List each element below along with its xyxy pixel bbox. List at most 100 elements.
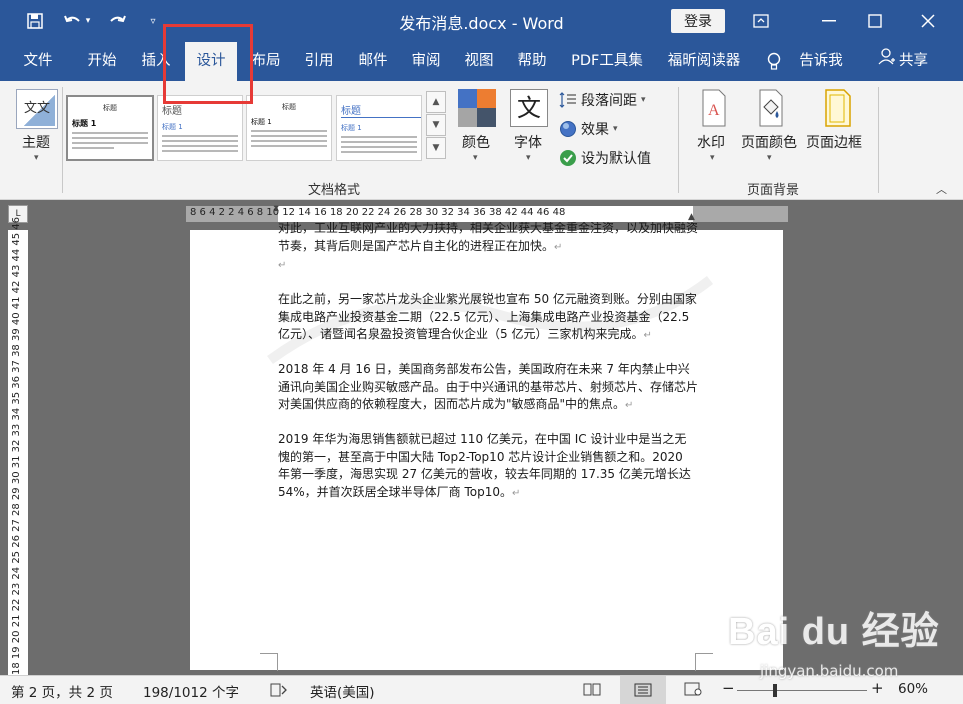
thumb-title: 标题 (162, 106, 182, 117)
tab-tell-me[interactable]: 告诉我 (790, 42, 852, 81)
gallery-more-icon[interactable]: ▼ (426, 137, 446, 159)
right-indent-marker-icon[interactable]: ▲ (688, 212, 695, 222)
paragraph[interactable]: 对此，工业互联网产业的大力扶持，相关企业获大基金重金注资，以及加快融资节奏，其背… (278, 222, 698, 275)
tab-home[interactable]: 开始 (76, 42, 128, 81)
paragraph-spacing-button[interactable]: 段落间距 ▾ (559, 90, 646, 110)
group-label-page-background: 页面背景 (747, 183, 800, 198)
paragraph[interactable]: 2018 年 4 月 16 日，美国商务部发布公告，美国政府在未来 7 年内禁止… (278, 361, 698, 415)
themes-button[interactable]: 文文 (16, 89, 58, 129)
watermark-label[interactable]: 水印 (697, 132, 725, 152)
fonts-icon[interactable]: 文 (510, 89, 548, 127)
paragraph-spacing-label: 段落间距 (581, 93, 637, 109)
thumb-title: 标题 (341, 102, 421, 118)
group-label-document-format: 文档格式 (308, 183, 361, 198)
colors-label[interactable]: 颜色 (462, 132, 490, 152)
tab-design[interactable]: 设计 (185, 42, 237, 81)
crop-mark (260, 653, 278, 671)
vertical-ruler[interactable]: 18 19 20 21 22 23 24 25 26 27 28 29 30 3… (8, 217, 28, 675)
tab-view[interactable]: 视图 (453, 42, 505, 81)
lightbulb-icon[interactable] (762, 42, 786, 81)
print-layout-icon[interactable] (620, 676, 666, 704)
svg-text:A: A (708, 102, 720, 119)
read-mode-icon[interactable] (583, 682, 601, 700)
paragraph-text: 2019 年华为海思销售额就已超过 110 亿美元，在中国 IC 设计业中是当之… (278, 432, 691, 499)
chevron-down-icon: ▾ (613, 124, 618, 134)
fonts-label[interactable]: 字体 (514, 132, 542, 152)
page-color-dropdown-icon[interactable]: ▾ (767, 153, 772, 163)
tab-layout[interactable]: 布局 (240, 42, 292, 81)
color-swatch (477, 108, 496, 127)
tab-file[interactable]: 文件 (8, 42, 68, 81)
web-layout-icon[interactable] (684, 682, 702, 700)
watermark-url: jingyan.baidu.com (760, 662, 899, 680)
fonts-dropdown-icon[interactable]: ▾ (526, 153, 531, 163)
themes-dropdown-icon[interactable]: ▾ (34, 153, 39, 163)
user-icon (878, 42, 896, 81)
colors-dropdown-icon[interactable]: ▾ (473, 153, 478, 163)
colors-swatch-icon[interactable] (458, 89, 496, 127)
paragraph-mark: ↵ (643, 330, 652, 341)
maximize-icon[interactable] (852, 6, 898, 36)
paragraph-text: 2018 年 4 月 16 日，美国商务部发布公告，美国政府在未来 7 年内禁止… (278, 362, 699, 411)
page-count[interactable]: 第 2 页，共 2 页 (11, 681, 113, 701)
effects-icon (560, 121, 576, 137)
word-count[interactable]: 198/1012 个字 (143, 681, 239, 701)
divider (678, 87, 679, 193)
tab-foxit-reader[interactable]: 福昕阅读器 (658, 42, 750, 81)
tab-mailings[interactable]: 邮件 (347, 42, 399, 81)
tab-review[interactable]: 审阅 (400, 42, 452, 81)
thumb-title: 标题 (103, 104, 117, 112)
close-icon[interactable] (905, 6, 951, 36)
thumb-heading: 标题 1 (72, 119, 97, 128)
tab-references[interactable]: 引用 (293, 42, 345, 81)
watermark-icon[interactable]: A (700, 89, 728, 127)
indent-marker-icon[interactable]: ⧗ (273, 204, 279, 214)
color-swatch (458, 108, 477, 127)
share-label: 共享 (899, 53, 928, 69)
page-color-label[interactable]: 页面颜色 (741, 132, 797, 152)
thumb-title: 标题 (282, 103, 296, 111)
paragraph-mark: ↵ (278, 260, 287, 271)
effects-button[interactable]: 效果 ▾ (559, 119, 618, 139)
login-button[interactable]: 登录 (671, 9, 725, 33)
divider (62, 87, 63, 193)
style-set-thumb[interactable]: 标题 标题 1 (66, 95, 154, 161)
paragraph[interactable]: 2019 年华为海思销售额就已超过 110 亿美元，在中国 IC 设计业中是当之… (278, 431, 698, 502)
language-indicator[interactable]: 英语(美国) (310, 681, 375, 701)
ruler-right-margin (693, 206, 788, 222)
ruler-ticks: 8 6 4 2 2 4 6 8 10 12 14 16 18 20 22 24 … (190, 207, 566, 218)
title-bar: ▾ ▿ 发布消息.docx - Word 登录 (0, 0, 963, 42)
gallery-down-icon[interactable]: ▼ (426, 114, 446, 136)
design-ribbon: 文文 主题 ▾ 标题 标题 1 标题 标题 1 标题 标题 1 标题 标题 1 … (0, 81, 963, 200)
set-as-default-button[interactable]: 设为默认值 (559, 148, 651, 168)
collapse-ribbon-icon[interactable]: ︿ (936, 181, 947, 197)
page-border-label[interactable]: 页面边框 (806, 132, 862, 152)
color-swatch (458, 89, 477, 108)
document-page[interactable]: 对此，工业互联网产业的大力扶持，相关企业获大基金重金注资，以及加快融资节奏，其背… (190, 222, 783, 671)
tab-insert[interactable]: 插入 (130, 42, 182, 81)
style-set-thumb[interactable]: 标题 标题 1 (246, 95, 332, 161)
ribbon-tabs: 文件 开始 插入 设计 布局 引用 邮件 审阅 视图 帮助 PDF工具集 福昕阅… (0, 42, 963, 81)
horizontal-ruler[interactable]: 8 6 4 2 2 4 6 8 10 12 14 16 18 20 22 24 … (186, 204, 788, 222)
style-set-thumb[interactable]: 标题 标题 1 (336, 95, 422, 161)
tab-pdf-tools[interactable]: PDF工具集 (563, 42, 651, 81)
checkmark-icon (560, 150, 576, 166)
paragraph-text: 在此之前，另一家芯片龙头企业紫光展锐也宣布 50 亿元融资到账。分别由国家集成电… (278, 292, 697, 341)
tab-help[interactable]: 帮助 (506, 42, 558, 81)
paragraph-mark: ↵ (625, 400, 634, 411)
proofing-icon[interactable] (270, 682, 288, 702)
ribbon-display-icon[interactable] (738, 6, 784, 36)
paragraph[interactable]: 在此之前，另一家芯片龙头企业紫光展锐也宣布 50 亿元融资到账。分别由国家集成电… (278, 291, 698, 345)
divider (878, 87, 879, 193)
style-set-thumb[interactable]: 标题 标题 1 (157, 95, 243, 161)
chevron-down-icon: ▾ (641, 95, 646, 105)
page-border-icon[interactable] (824, 89, 852, 127)
thumb-heading: 标题 1 (162, 123, 183, 131)
gallery-up-icon[interactable]: ▲ (426, 91, 446, 113)
minimize-icon[interactable] (806, 6, 852, 36)
page-color-icon[interactable] (755, 89, 787, 127)
share-button[interactable]: 共享 (878, 42, 928, 81)
watermark-brand: Bai du 经验 (728, 611, 940, 653)
watermark-dropdown-icon[interactable]: ▾ (710, 153, 715, 163)
color-swatch (477, 89, 496, 108)
